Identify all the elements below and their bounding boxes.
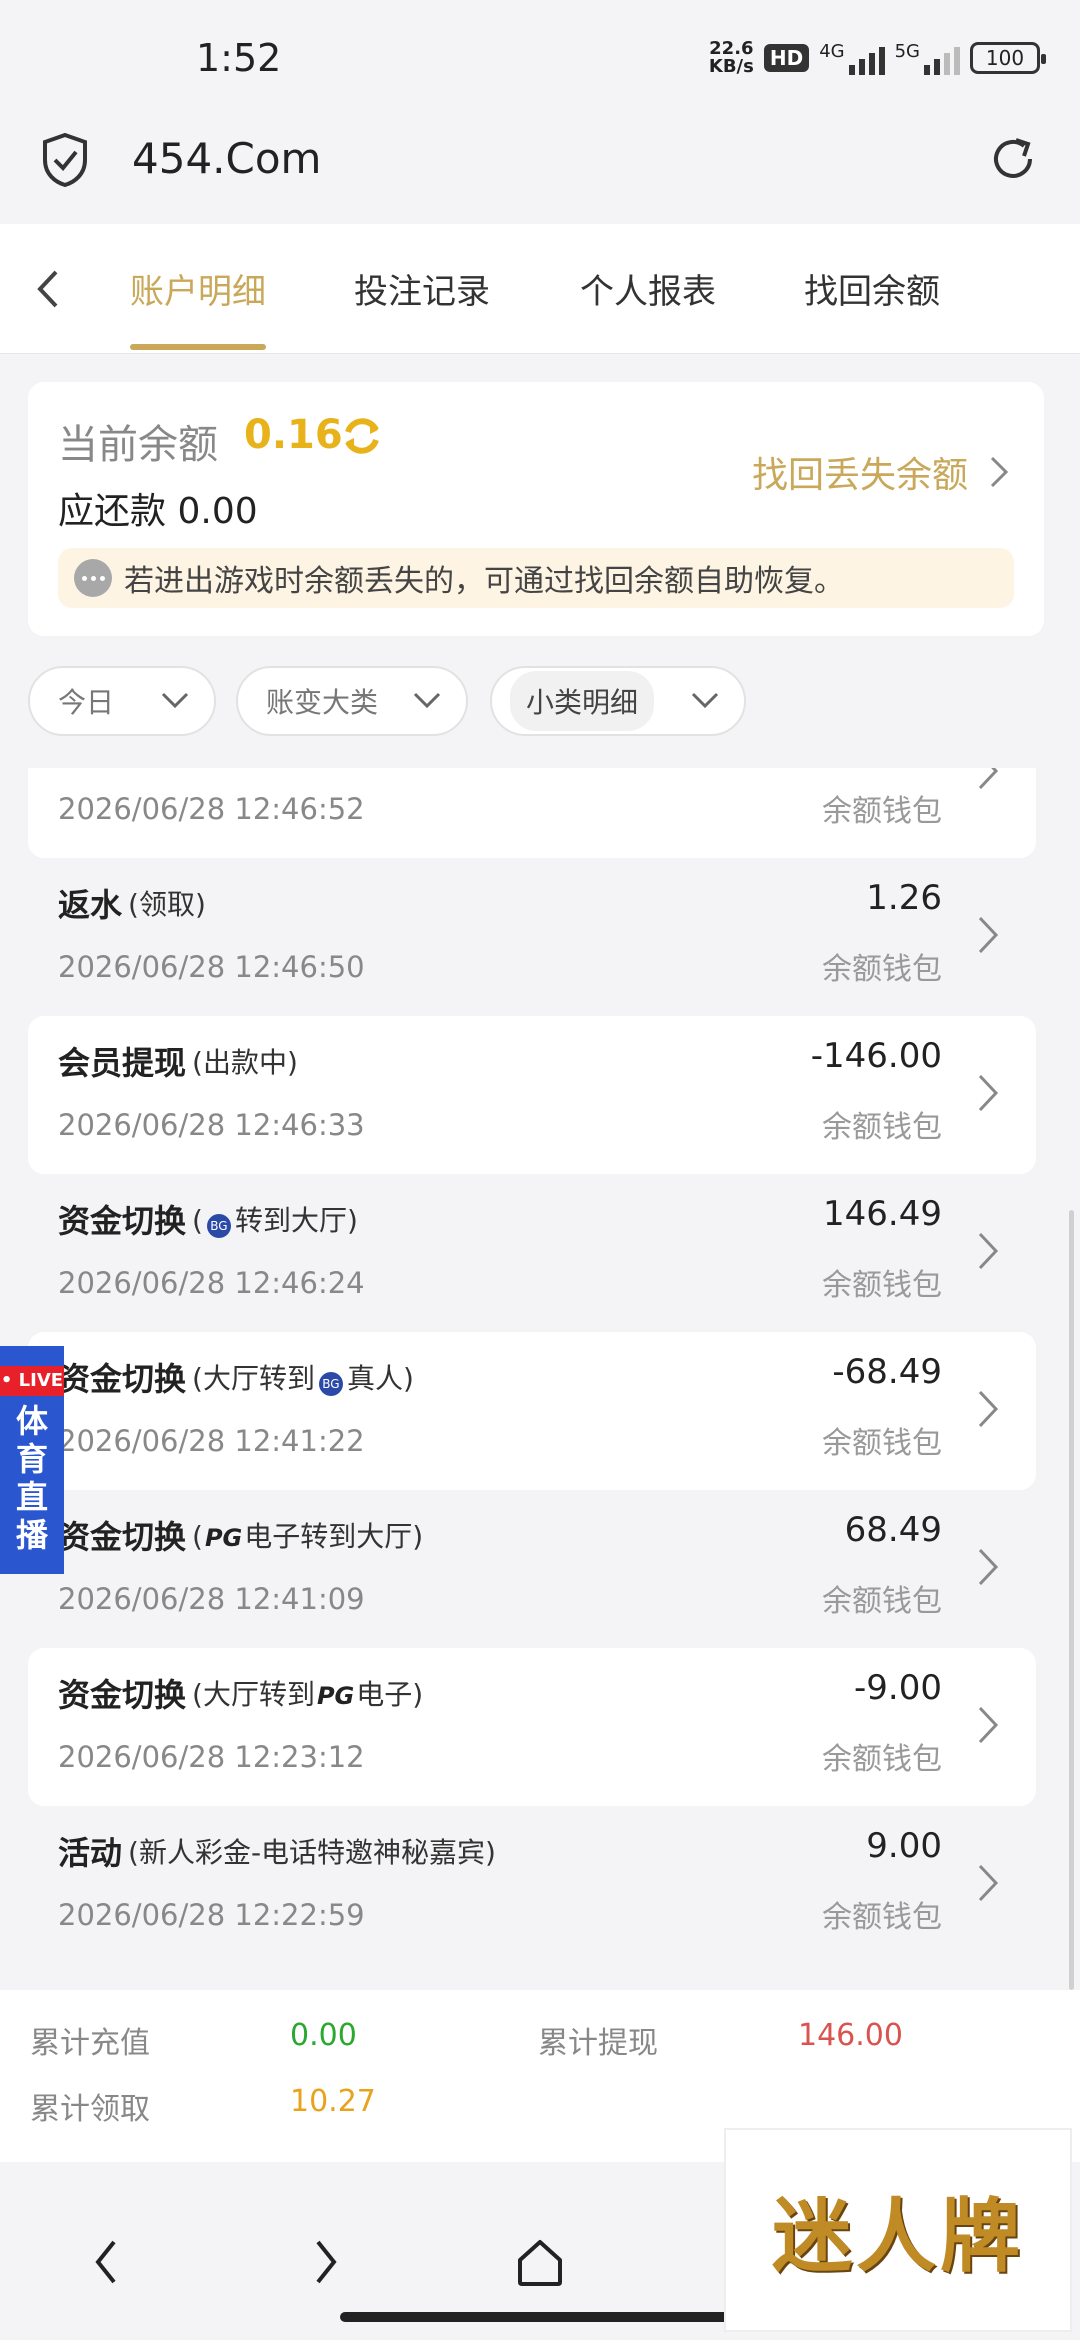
live-sports-label: 体育直播 xyxy=(15,1402,48,1554)
list-item[interactable]: 返水 (领取) 2026/06/28 12:46:50 1.26 余额钱包 xyxy=(28,858,1036,1016)
reload-icon[interactable] xyxy=(986,132,1040,186)
list-item[interactable]: 资金切换 (PG电子转到大厅) 2026/06/28 12:41:09 68.4… xyxy=(28,1490,1036,1648)
tab-recover-balance[interactable]: 找回余额 xyxy=(804,264,940,313)
back-icon[interactable] xyxy=(78,2232,138,2292)
total-recharge-label: 累计充值 xyxy=(30,2026,150,2061)
network-speed: 22.6 KB/s xyxy=(708,38,754,77)
status-bar: 1:52 22.6 KB/s HD 4G 5G 100 xyxy=(0,0,1080,120)
balance-card: 当前余额 0.16 应还款 0.00 找回丢失余额 若进出游戏时余额丢失的，可通… xyxy=(28,382,1044,636)
recover-lost-balance-link[interactable]: 找回丢失余额 xyxy=(752,446,1010,498)
total-recharge-value: 0.00 xyxy=(290,2018,357,2053)
hd-icon: HD xyxy=(763,44,810,72)
signal-4g-icon: 4G xyxy=(819,41,885,75)
refresh-balance-icon[interactable] xyxy=(340,414,384,458)
pg-provider-icon: PG xyxy=(204,1524,243,1552)
chevron-right-icon xyxy=(978,916,999,954)
pg-provider-icon: PG xyxy=(316,1682,355,1710)
total-claim-label: 累计领取 xyxy=(30,2092,150,2127)
list-item[interactable]: 会员提现 (出款中) 2026/06/28 12:46:33 -146.00 余… xyxy=(28,1016,1036,1174)
notice-banner: 若进出游戏时余额丢失的，可通过找回余额自助恢复。 xyxy=(58,548,1014,608)
tab-bet-records[interactable]: 投注记录 xyxy=(354,264,490,313)
battery-icon: 100 xyxy=(970,42,1046,74)
live-tag: • LIVE xyxy=(0,1366,64,1396)
tab-account-details[interactable]: 账户明细 xyxy=(130,264,266,313)
scrollbar[interactable] xyxy=(1069,1210,1074,1990)
chevron-right-icon xyxy=(978,1706,999,1744)
home-icon[interactable] xyxy=(510,2232,570,2292)
bg-provider-icon: BG xyxy=(318,1372,343,1396)
chat-bubble-icon xyxy=(74,559,112,597)
gesture-home-bar[interactable] xyxy=(340,2312,740,2322)
account-tabs: 账户明细 投注记录 个人报表 找回余额 xyxy=(0,224,1080,354)
amount-owed: 应还款 0.00 xyxy=(58,491,258,532)
total-withdraw-value: 146.00 xyxy=(798,2018,903,2053)
url-text[interactable]: 454.Com xyxy=(132,134,321,183)
forward-icon[interactable] xyxy=(294,2232,354,2292)
chevron-down-icon xyxy=(413,692,441,709)
list-item[interactable]: 资金切换 (大厅转到PG电子) 2026/06/28 12:23:12 -9.0… xyxy=(28,1648,1036,1806)
status-indicators: 22.6 KB/s HD 4G 5G 100 xyxy=(708,38,1046,77)
status-time: 1:52 xyxy=(196,36,282,80)
active-tab-indicator xyxy=(130,344,266,350)
balance-label: 当前余额 xyxy=(58,422,218,468)
list-item[interactable]: 资金切换 (大厅转到 BG 真人) 2026/06/28 12:41:22 -68.… xyxy=(28,1332,1036,1490)
category-filter[interactable]: 账变大类 xyxy=(236,666,468,736)
balance-value: 0.16 xyxy=(244,412,343,458)
total-withdraw-label: 累计提现 xyxy=(538,2026,658,2061)
date-filter[interactable]: 今日 xyxy=(28,666,216,736)
chevron-right-icon xyxy=(978,1232,999,1270)
browser-address-bar: 454.Com xyxy=(0,120,1080,224)
security-shield-icon[interactable] xyxy=(40,132,90,188)
signal-5g-icon: 5G xyxy=(895,41,960,75)
chevron-down-icon xyxy=(161,692,189,709)
watermark-logo: 迷人牌 xyxy=(724,2128,1072,2332)
chevron-right-icon xyxy=(978,1390,999,1428)
list-item[interactable]: 活动 (新人彩金-电话特邀神秘嘉宾) 2026/06/28 12:22:59 9… xyxy=(28,1806,1036,1964)
back-arrow-icon[interactable] xyxy=(28,264,68,314)
list-item[interactable]: 资金切换 (BG 转到大厅) 2026/06/28 12:46:24 146.49… xyxy=(28,1174,1036,1332)
chevron-right-icon xyxy=(978,1864,999,1902)
total-claim-value: 10.27 xyxy=(290,2084,376,2119)
subcategory-filter[interactable]: 小类明细 xyxy=(490,666,746,736)
bg-provider-icon: BG xyxy=(206,1214,231,1238)
chevron-down-icon xyxy=(691,692,719,709)
live-sports-badge[interactable]: • LIVE 体育直播 xyxy=(0,1346,64,1574)
list-item[interactable]: 余额钱包 2026/06/28 12:46:52 xyxy=(28,768,1036,858)
tab-personal-report[interactable]: 个人报表 xyxy=(580,264,716,313)
transaction-list: 余额钱包 2026/06/28 12:46:52 返水 (领取) 2026/06… xyxy=(0,768,1080,1990)
chevron-right-icon xyxy=(978,1074,999,1112)
chevron-right-icon xyxy=(978,1548,999,1586)
chevron-right-icon xyxy=(978,768,999,790)
chevron-right-icon xyxy=(990,456,1009,488)
